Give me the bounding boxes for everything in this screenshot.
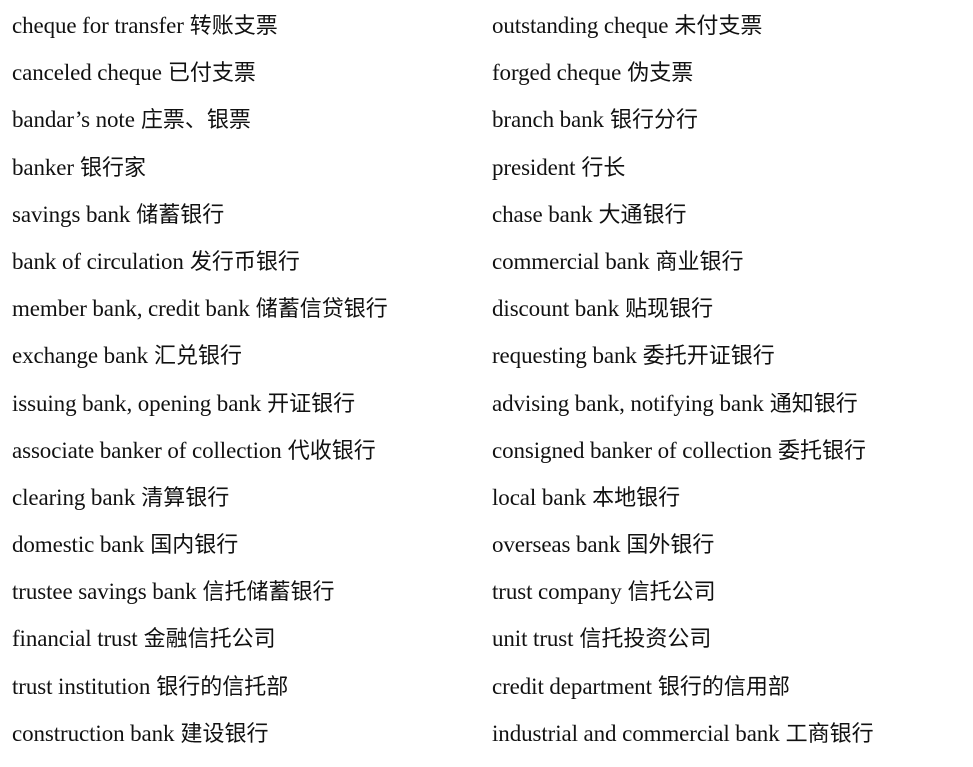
glossary-entry: issuing bank, opening bank 开证银行 (12, 384, 482, 431)
chinese-translation: 国内银行 (150, 533, 239, 559)
english-term: issuing bank, opening bank (12, 390, 262, 416)
glossary-entry: bank of circulation 发行币银行 (12, 242, 482, 289)
chinese-translation: 信托储蓄银行 (202, 580, 335, 606)
glossary-entry: discount bank 贴现银行 (492, 289, 967, 336)
glossary-entry: trust institution 银行的信托部 (12, 667, 482, 714)
chinese-translation: 开证银行 (267, 391, 356, 417)
glossary-entry: requesting bank 委托开证银行 (492, 336, 967, 383)
english-term: trust company (492, 579, 622, 605)
glossary-entry: trustee savings bank 信托储蓄银行 (12, 572, 482, 619)
glossary-entry: commercial bank 商业银行 (492, 242, 967, 289)
english-term: chase bank (492, 201, 593, 227)
english-term: trustee savings bank (12, 579, 197, 605)
english-term: member bank, credit bank (12, 296, 250, 322)
glossary-entry: domestic bank 国内银行 (12, 525, 482, 572)
chinese-translation: 商业银行 (655, 249, 744, 275)
chinese-translation: 银行的信用部 (657, 674, 790, 700)
glossary-entry: unit trust 信托投资公司 (492, 619, 967, 666)
glossary-entry: advising bank, notifying bank 通知银行 (492, 384, 967, 431)
glossary-entry: bandar’s note 庄票、银票 (12, 100, 482, 147)
english-term: industrial and commercial bank (492, 720, 780, 746)
english-term: construction bank (12, 720, 175, 746)
chinese-translation: 工商银行 (785, 721, 874, 747)
english-term: unit trust (492, 626, 574, 652)
glossary-entry: credit department 银行的信用部 (492, 667, 967, 714)
glossary-entry: construction bank 建设银行 (12, 714, 482, 761)
english-term: associate banker of collection (12, 437, 282, 463)
english-term: outstanding cheque (492, 13, 669, 38)
chinese-translation: 银行家 (79, 155, 146, 181)
english-term: domestic bank (12, 532, 145, 558)
chinese-translation: 转账支票 (189, 14, 278, 39)
english-term: forged cheque (492, 60, 622, 86)
glossary-entry: local bank 本地银行 (492, 478, 967, 525)
chinese-translation: 汇兑银行 (154, 344, 243, 370)
glossary-entry: canceled cheque 已付支票 (12, 53, 482, 100)
glossary-entry: cheque for transfer 转账支票 (12, 6, 482, 53)
chinese-translation: 银行的信托部 (156, 674, 289, 700)
english-term: president (492, 154, 576, 180)
english-term: canceled cheque (12, 60, 162, 86)
chinese-translation: 大通银行 (598, 202, 687, 228)
glossary-entry: industrial and commercial bank 工商银行 (492, 714, 967, 761)
right-column: outstanding cheque 未付支票 forged cheque 伪支票 br… (492, 6, 967, 761)
chinese-translation: 银行分行 (609, 108, 698, 134)
english-term: clearing bank (12, 484, 136, 510)
english-term: requesting bank (492, 343, 637, 369)
chinese-translation: 本地银行 (592, 485, 681, 511)
glossary-entry: banker 银行家 (12, 148, 482, 195)
english-term: credit department (492, 673, 652, 699)
glossary-entry: chase bank 大通银行 (492, 195, 967, 242)
chinese-translation: 委托银行 (777, 438, 866, 464)
chinese-translation: 储蓄银行 (136, 202, 225, 228)
english-term: consigned banker of collection (492, 437, 772, 463)
chinese-translation: 未付支票 (674, 14, 763, 39)
chinese-translation: 贴现银行 (625, 297, 714, 323)
chinese-translation: 清算银行 (141, 485, 230, 511)
glossary-entry: associate banker of collection 代收银行 (12, 431, 482, 478)
glossary-entry: president 行长 (492, 148, 967, 195)
left-column: cheque for transfer 转账支票 canceled cheque 已付… (12, 6, 482, 761)
english-term: discount bank (492, 296, 620, 322)
glossary-entry: branch bank 银行分行 (492, 100, 967, 147)
glossary-entry: member bank, credit bank 储蓄信贷银行 (12, 289, 482, 336)
english-term: local bank (492, 484, 587, 510)
glossary-entry: financial trust 金融信托公司 (12, 619, 482, 666)
english-term: banker (12, 154, 74, 180)
chinese-translation: 信托公司 (627, 580, 716, 606)
english-term: bank of circulation (12, 248, 184, 274)
chinese-translation: 庄票、银票 (140, 108, 251, 134)
english-term: trust institution (12, 673, 151, 699)
english-term: branch bank (492, 107, 604, 133)
glossary-entry: overseas bank 国外银行 (492, 525, 967, 572)
glossary-entry: forged cheque 伪支票 (492, 53, 967, 100)
english-term: financial trust (12, 626, 138, 652)
glossary-entry: consigned banker of collection 委托银行 (492, 431, 967, 478)
english-term: savings bank (12, 201, 131, 227)
glossary-entry: savings bank 储蓄银行 (12, 195, 482, 242)
chinese-translation: 信托投资公司 (579, 627, 712, 653)
chinese-translation: 行长 (581, 155, 626, 181)
english-term: cheque for transfer (12, 13, 184, 38)
glossary-entry: trust company 信托公司 (492, 572, 967, 619)
chinese-translation: 国外银行 (626, 533, 715, 559)
english-term: advising bank, notifying bank (492, 390, 764, 416)
chinese-translation: 委托开证银行 (642, 344, 775, 370)
chinese-translation: 伪支票 (627, 61, 694, 87)
chinese-translation: 建设银行 (180, 721, 269, 747)
english-term: bandar’s note (12, 107, 135, 133)
chinese-translation: 通知银行 (769, 391, 858, 417)
chinese-translation: 代收银行 (287, 438, 376, 464)
chinese-translation: 发行币银行 (189, 249, 300, 275)
english-term: commercial bank (492, 248, 650, 274)
chinese-translation: 已付支票 (167, 61, 256, 87)
english-term: exchange bank (12, 343, 148, 369)
chinese-translation: 储蓄信贷银行 (255, 297, 388, 323)
glossary-entry: outstanding cheque 未付支票 (492, 6, 967, 53)
glossary-entry: clearing bank 清算银行 (12, 478, 482, 525)
glossary-entry: exchange bank 汇兑银行 (12, 336, 482, 383)
chinese-translation: 金融信托公司 (143, 627, 276, 653)
english-term: overseas bank (492, 532, 621, 558)
banking-glossary: cheque for transfer 转账支票 canceled cheque 已付… (0, 0, 973, 767)
